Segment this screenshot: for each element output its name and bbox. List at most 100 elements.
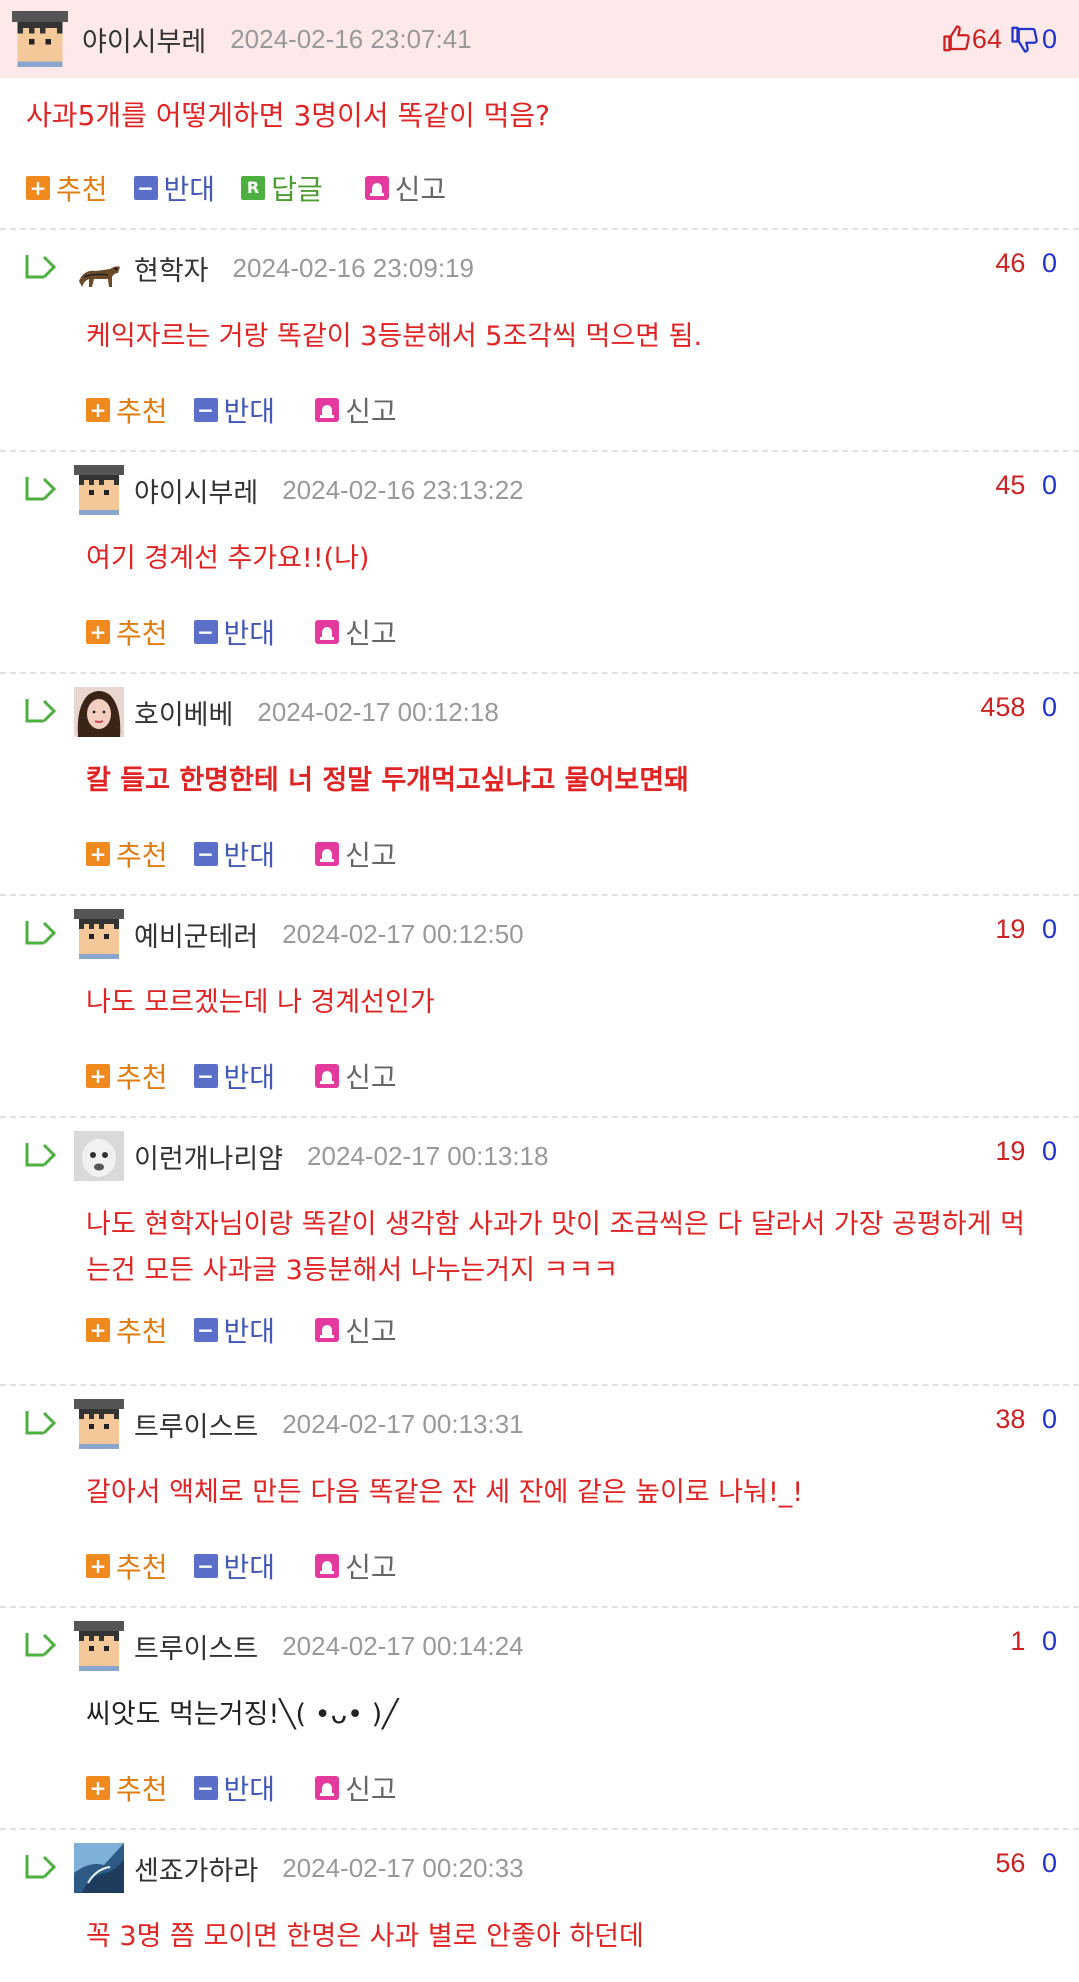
- post-votes: 64 0: [942, 24, 1057, 55]
- anime-avatar[interactable]: [74, 1843, 124, 1893]
- report-button[interactable]: 신고: [315, 1310, 397, 1350]
- pixel-avatar[interactable]: [74, 909, 124, 959]
- pixel-avatar[interactable]: [74, 465, 124, 515]
- post-author[interactable]: 야이시부레: [82, 20, 206, 59]
- comment-author[interactable]: 트루이스트: [134, 1627, 258, 1666]
- comment-up-count: 46: [995, 248, 1026, 278]
- recommend-button[interactable]: + 추천: [86, 1310, 168, 1350]
- oppose-button[interactable]: − 반대: [193, 834, 275, 874]
- comment-down-count: 0: [1041, 692, 1057, 722]
- recommend-button[interactable]: + 추천: [86, 1546, 168, 1586]
- comment-text: 씨앗도 먹는거징!╲( •ᴗ• )╱: [86, 1699, 399, 1730]
- oppose-button[interactable]: − 반대: [193, 390, 275, 430]
- reply-arrow-icon: [25, 477, 57, 501]
- plus-icon: +: [26, 176, 50, 200]
- report-button[interactable]: 신고: [315, 390, 397, 430]
- comment-up-count: 38: [995, 1404, 1026, 1434]
- recommend-button[interactable]: + 추천: [86, 390, 168, 430]
- comment-date: 2024-02-17 00:13:18: [307, 1140, 549, 1171]
- comment-author[interactable]: 호이베베: [134, 693, 233, 732]
- report-button[interactable]: 신고: [315, 1546, 397, 1586]
- report-button[interactable]: 신고: [315, 1768, 397, 1808]
- comment-votes: 458 0: [980, 674, 1057, 723]
- reply-button[interactable]: R 답글: [241, 168, 323, 208]
- thumbs-up-icon[interactable]: [942, 24, 972, 54]
- comment-down-count: 0: [1041, 1626, 1057, 1656]
- photo-avatar[interactable]: [74, 687, 124, 737]
- comment-text: 꼭 3명 쯤 모이면 한명은 사과 별로 안좋아 하던데: [86, 1921, 644, 1952]
- comment-actions: + 추천 − 반대 신고: [0, 1530, 1079, 1602]
- oppose-button[interactable]: − 반대: [193, 1310, 275, 1350]
- comment-date: 2024-02-17 00:14:24: [282, 1630, 524, 1661]
- comment-header: 호이베베 2024-02-17 00:12:18 458 0: [0, 674, 1079, 750]
- report-button[interactable]: 신고: [315, 1056, 397, 1096]
- reply-arrow-icon: [25, 921, 57, 945]
- comment-up-count: 19: [995, 1136, 1026, 1166]
- oppose-button[interactable]: − 반대: [193, 612, 275, 652]
- comment-author[interactable]: 야이시부레: [134, 471, 258, 510]
- recommend-button[interactable]: + 추천: [86, 1768, 168, 1808]
- comment-down-count: 0: [1041, 1404, 1057, 1434]
- oppose-button[interactable]: − 반대: [193, 1768, 275, 1808]
- comment-item: 야이시부레 2024-02-16 23:13:22 45 0 여기 경계선 추가…: [0, 450, 1079, 672]
- comment-page: 야이시부레 2024-02-16 23:07:41 64 0 사과5개를 어떻게…: [0, 0, 1079, 1978]
- comment-date: 2024-02-16 23:13:22: [282, 474, 524, 505]
- report-button[interactable]: 신고: [315, 612, 397, 652]
- siren-icon: [315, 1554, 340, 1578]
- oppose-button[interactable]: − 반대: [193, 1546, 275, 1586]
- comment-text: 나도 현학자님이랑 똑같이 생각함 사과가 맛이 조금씩은 다 달라서 가장 공…: [86, 1209, 1025, 1286]
- comment-actions: + 추천 − 반대 신고: [0, 1040, 1079, 1112]
- reply-arrow-icon: [25, 1411, 57, 1435]
- recommend-button[interactable]: + 추천: [26, 168, 108, 208]
- comment-author[interactable]: 센죠가하라: [134, 1849, 258, 1888]
- comment-down-count: 0: [1041, 1136, 1057, 1166]
- comment-votes: 19 0: [995, 1118, 1057, 1167]
- comment-author[interactable]: 현학자: [134, 249, 209, 288]
- post-down-count: 0: [1041, 23, 1057, 54]
- oppose-button[interactable]: − 반대: [193, 1056, 275, 1096]
- report-button[interactable]: 신고: [315, 834, 397, 874]
- comment-down-count: 0: [1041, 470, 1057, 500]
- recommend-button[interactable]: + 추천: [86, 612, 168, 652]
- report-button[interactable]: 신고: [364, 168, 446, 208]
- siren-icon: [315, 842, 340, 866]
- comment-text: 케익자르는 거랑 똑같이 3등분해서 5조각씩 먹으면 됨.: [86, 321, 703, 352]
- recommend-button[interactable]: + 추천: [86, 1056, 168, 1096]
- comment-author[interactable]: 예비군테러: [134, 915, 258, 954]
- siren-icon: [364, 176, 389, 200]
- recommend-button[interactable]: + 추천: [86, 834, 168, 874]
- comment-down-count: 0: [1041, 1848, 1057, 1878]
- minus-icon: −: [193, 620, 218, 644]
- minus-icon: −: [193, 1318, 218, 1342]
- comment-down-count: 0: [1041, 914, 1057, 944]
- dog-avatar[interactable]: [74, 243, 124, 293]
- comment-date: 2024-02-16 23:09:19: [232, 252, 474, 283]
- oppose-button[interactable]: − 반대: [133, 168, 215, 208]
- baby-avatar[interactable]: [74, 1131, 124, 1181]
- plus-icon: +: [86, 398, 110, 422]
- pixel-avatar[interactable]: [74, 1621, 124, 1671]
- siren-icon: [315, 1776, 340, 1800]
- comment-header: 현학자 2024-02-16 23:09:19 46 0: [0, 230, 1079, 306]
- pixel-avatar[interactable]: [74, 1399, 124, 1449]
- comment-actions: + 추천 − 반대 신고: [0, 596, 1079, 668]
- comment-header: 예비군테러 2024-02-17 00:12:50 19 0: [0, 896, 1079, 972]
- reply-arrow-icon: [25, 1633, 57, 1657]
- comment-item: 센죠가하라 2024-02-17 00:20:33 56 0 꼭 3명 쯤 모이…: [0, 1828, 1079, 1978]
- pixel-avatar[interactable]: [12, 11, 68, 67]
- siren-icon: [315, 398, 340, 422]
- comment-author[interactable]: 이런개나리얌: [134, 1137, 283, 1176]
- comment-votes: 19 0: [995, 896, 1057, 945]
- minus-icon: −: [193, 398, 218, 422]
- reply-arrow-icon: [25, 1143, 57, 1167]
- comment-date: 2024-02-17 00:13:31: [282, 1408, 524, 1439]
- minus-icon: −: [193, 842, 218, 866]
- comment-actions: + 추천 − 반대 신고: [0, 818, 1079, 890]
- thumbs-down-icon[interactable]: [1010, 24, 1040, 54]
- plus-icon: +: [86, 620, 110, 644]
- comment-item: 이런개나리얌 2024-02-17 00:13:18 19 0 나도 현학자님이…: [0, 1116, 1079, 1384]
- minus-icon: −: [193, 1776, 218, 1800]
- comment-votes: 45 0: [995, 452, 1057, 501]
- comment-author[interactable]: 트루이스트: [134, 1405, 258, 1444]
- comment-actions: + 추천 − 반대 신고: [0, 374, 1079, 446]
